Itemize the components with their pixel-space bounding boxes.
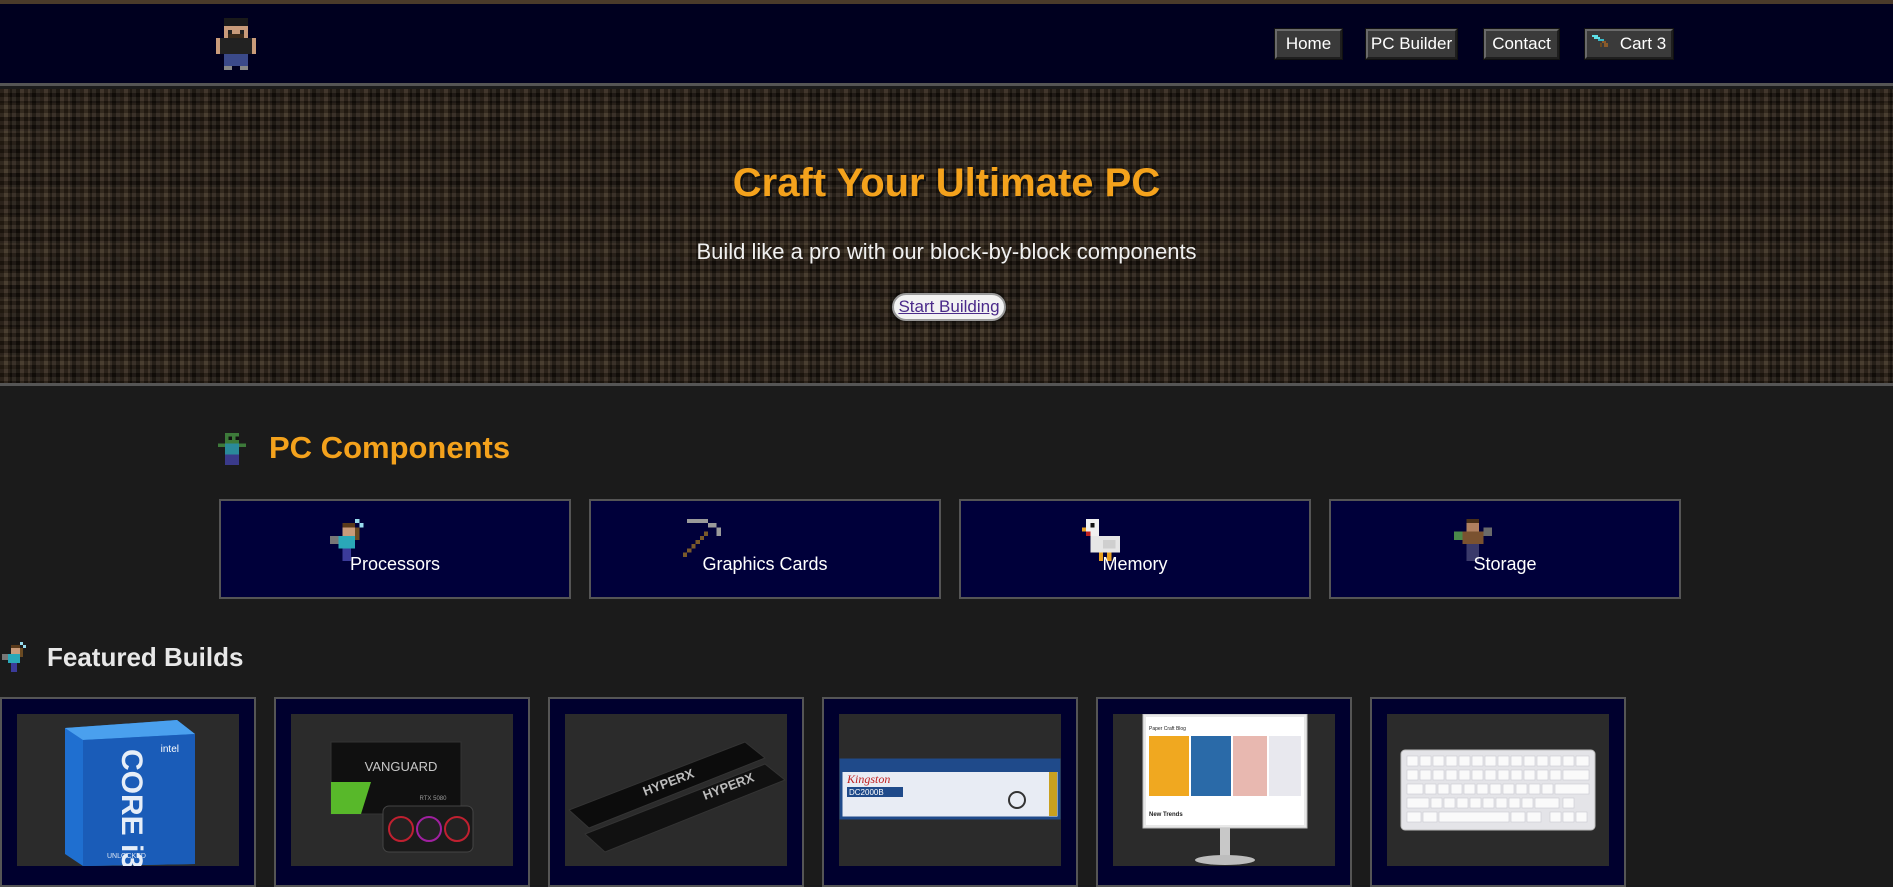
featured-section-title: Featured Builds xyxy=(47,642,244,672)
start-building-button[interactable]: Start Building xyxy=(892,293,1006,321)
gpu-box-text: VANGUARD xyxy=(365,759,438,774)
monitor-image: Paper Craft Blog New Trends xyxy=(1113,714,1335,866)
category-label-processors: Processors xyxy=(349,554,441,574)
monitor-screen-subtitle: New Trends xyxy=(1149,812,1183,818)
featured-card-gpu[interactable]: VANGUARD RTX 5080 xyxy=(274,697,530,887)
diamond-sword-icon xyxy=(1591,35,1608,47)
featured-card-keyboard[interactable] xyxy=(1370,697,1626,887)
hero-subtitle: Build like a pro with our block-by-block… xyxy=(696,239,1197,264)
nav-pc-builder-button[interactable]: PC Builder xyxy=(1366,29,1457,59)
category-card-graphics-cards[interactable]: Graphics Cards xyxy=(589,499,941,599)
category-label-storage: Storage xyxy=(1473,554,1537,574)
featured-card-monitor[interactable]: Paper Craft Blog New Trends xyxy=(1096,697,1352,887)
hero-title: Craft Your Ultimate PC xyxy=(732,161,1161,205)
nav-home-label: Home xyxy=(1285,34,1332,53)
site-header: Home PC Builder Contact Cart 3 xyxy=(0,0,1893,86)
nav-cart-button[interactable]: Cart 3 xyxy=(1585,29,1673,59)
cpu-box-text: CORE i3 xyxy=(115,749,148,866)
steve-with-sword-icon xyxy=(2,642,26,672)
category-label-graphics-cards: Graphics Cards xyxy=(702,554,828,574)
nav-home-button[interactable]: Home xyxy=(1275,29,1342,59)
gpu-box-subtext: RTX 5080 xyxy=(420,796,448,802)
cpu-box-subtext: UNLOCKED xyxy=(107,853,146,860)
keyboard-image xyxy=(1387,714,1609,866)
zombie-icon xyxy=(217,433,247,465)
intel-core-i3-box-image: intel CORE i3 UNLOCKED xyxy=(17,714,239,866)
category-card-processors[interactable]: Processors xyxy=(219,499,571,599)
intel-badge-text: intel xyxy=(161,744,179,755)
category-card-storage[interactable]: Storage xyxy=(1329,499,1681,599)
ram-sticks-image: HYPERX HYPERX xyxy=(565,714,787,866)
cart-count-badge: 3 xyxy=(1656,34,1667,53)
pixel-character-logo-icon[interactable] xyxy=(216,18,256,70)
components-section-title: PC Components xyxy=(269,430,511,465)
ssd-stick-image: Kingston DC2000B xyxy=(839,714,1061,866)
category-label-memory: Memory xyxy=(1102,554,1168,574)
featured-card-memory[interactable]: HYPERX HYPERX xyxy=(548,697,804,887)
ssd-brand-text: Kingston xyxy=(846,772,890,786)
nav-pc-builder-label: PC Builder xyxy=(1370,34,1453,53)
monitor-screen-title: Paper Craft Blog xyxy=(1149,726,1186,732)
category-card-memory[interactable]: Memory xyxy=(959,499,1311,599)
nav-contact-label: Contact xyxy=(1492,34,1551,53)
hero-banner: Craft Your Ultimate PC Build like a pro … xyxy=(0,89,1893,386)
featured-card-storage[interactable]: Kingston DC2000B xyxy=(822,697,1078,887)
ssd-model-text: DC2000B xyxy=(849,788,884,797)
nav-contact-button[interactable]: Contact xyxy=(1484,29,1559,59)
graphics-card-box-image: VANGUARD RTX 5080 xyxy=(291,714,513,866)
nav-cart-label: Cart xyxy=(1619,34,1652,53)
featured-card-cpu[interactable]: intel CORE i3 UNLOCKED xyxy=(0,697,256,887)
